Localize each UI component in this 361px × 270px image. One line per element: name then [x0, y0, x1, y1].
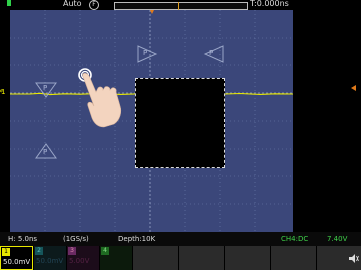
menu-softkey-4[interactable] [270, 246, 316, 270]
timebase[interactable]: H: 5.0ns [8, 235, 37, 243]
speaker-icon [349, 254, 359, 263]
memory-depth[interactable]: Depth:10K [118, 235, 155, 243]
menu-softkey-1[interactable] [132, 246, 178, 270]
menu-softkey-5[interactable] [316, 246, 361, 270]
channel-2-box[interactable]: 2 50.0mV [33, 246, 66, 270]
channel-4-box[interactable]: 4 [99, 246, 132, 270]
trigger-level[interactable]: 7.40V [327, 235, 347, 243]
menu-softkey-3[interactable] [224, 246, 270, 270]
trigger-position-marker [150, 10, 356, 91]
trigger-source[interactable]: CH4:DC [281, 235, 308, 243]
status-bar: H: 5.0ns (1GS/s) Depth:10K CH4:DC 7.40V [0, 232, 361, 246]
channel-1-box[interactable]: 1 50.0mV [0, 246, 33, 270]
sample-rate: (1GS/s) [63, 235, 89, 243]
bottom-menu-bar: 1 50.0mV 2 50.0mV 3 5.00V 4 [0, 246, 361, 270]
channel-3-box[interactable]: 3 5.00V [66, 246, 99, 270]
menu-softkey-2[interactable] [178, 246, 224, 270]
